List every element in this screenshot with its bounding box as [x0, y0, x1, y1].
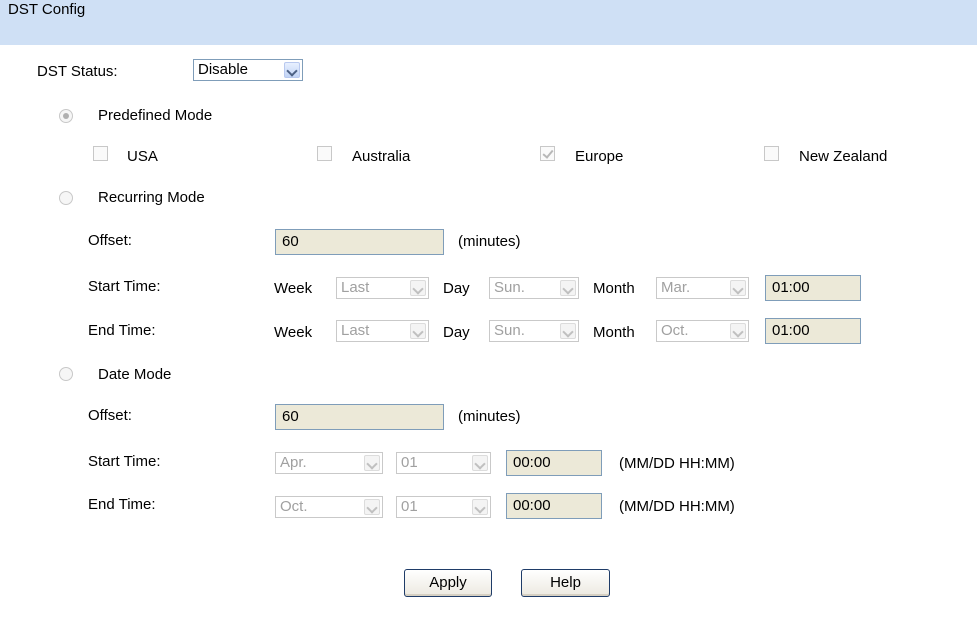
- date-offset-unit: (minutes): [458, 408, 521, 425]
- day-label: Day: [443, 324, 470, 341]
- date-end-month-value: Oct.: [280, 498, 308, 515]
- chevron-down-icon[interactable]: [730, 323, 746, 339]
- australia-label: Australia: [352, 148, 411, 165]
- recurring-end-week-value: Last: [341, 322, 370, 339]
- europe-checkbox[interactable]: [540, 146, 555, 161]
- month-label: Month: [593, 324, 635, 341]
- chevron-down-icon[interactable]: [364, 499, 380, 515]
- day-label: Day: [443, 280, 470, 297]
- recurring-start-day-select[interactable]: Sun.: [489, 277, 579, 299]
- date-offset-input[interactable]: 60: [275, 404, 444, 430]
- recurring-start-week-value: Last: [341, 279, 370, 296]
- chevron-down-icon[interactable]: [560, 323, 576, 339]
- recurring-start-day-value: Sun.: [494, 279, 525, 296]
- date-start-month-value: Apr.: [280, 454, 307, 471]
- date-mode-radio[interactable]: [59, 367, 73, 381]
- date-start-format-hint: (MM/DD HH:MM): [619, 455, 735, 472]
- recurring-offset-input[interactable]: 60: [275, 229, 444, 255]
- predefined-mode-label: Predefined Mode: [98, 107, 213, 124]
- chevron-down-icon[interactable]: [560, 280, 576, 296]
- usa-label: USA: [127, 148, 158, 165]
- recurring-end-label: End Time:: [88, 322, 156, 339]
- date-end-day-value: 01: [401, 498, 418, 515]
- section-header: [0, 0, 977, 45]
- new-zealand-label: New Zealand: [799, 148, 888, 165]
- date-start-month-select[interactable]: Apr.: [275, 452, 383, 474]
- chevron-down-icon[interactable]: [472, 499, 488, 515]
- month-label: Month: [593, 280, 635, 297]
- date-start-time-input[interactable]: 00:00: [506, 450, 602, 476]
- date-end-time-input[interactable]: 00:00: [506, 493, 602, 519]
- week-label: Week: [274, 280, 313, 297]
- recurring-offset-unit: (minutes): [458, 233, 521, 250]
- europe-label: Europe: [575, 148, 624, 165]
- recurring-start-month-value: Mar.: [661, 279, 691, 296]
- recurring-end-month-select[interactable]: Oct.: [656, 320, 749, 342]
- australia-checkbox[interactable]: [317, 146, 332, 161]
- help-button[interactable]: Help: [521, 569, 610, 597]
- usa-checkbox[interactable]: [93, 146, 108, 161]
- apply-button[interactable]: Apply: [404, 569, 492, 597]
- recurring-end-month-value: Oct.: [661, 322, 689, 339]
- recurring-mode-label: Recurring Mode: [98, 189, 205, 206]
- chevron-down-icon[interactable]: [364, 455, 380, 471]
- date-start-label: Start Time:: [88, 453, 161, 470]
- recurring-start-week-select[interactable]: Last: [336, 277, 429, 299]
- dst-status-value: Disable: [198, 61, 249, 78]
- chevron-down-icon[interactable]: [284, 62, 300, 78]
- recurring-start-time-input[interactable]: 01:00: [765, 275, 861, 301]
- chevron-down-icon[interactable]: [410, 323, 426, 339]
- recurring-start-month-select[interactable]: Mar.: [656, 277, 749, 299]
- date-mode-label: Date Mode: [98, 366, 172, 383]
- recurring-end-day-value: Sun.: [494, 322, 525, 339]
- recurring-mode-radio[interactable]: [59, 191, 73, 205]
- chevron-down-icon[interactable]: [730, 280, 746, 296]
- week-label: Week: [274, 324, 313, 341]
- date-offset-label: Offset:: [88, 407, 132, 424]
- date-end-day-select[interactable]: 01: [396, 496, 491, 518]
- recurring-end-time-input[interactable]: 01:00: [765, 318, 861, 344]
- date-end-format-hint: (MM/DD HH:MM): [619, 498, 735, 515]
- recurring-offset-label: Offset:: [88, 232, 132, 249]
- dst-status-label: DST Status:: [37, 63, 118, 80]
- recurring-start-label: Start Time:: [88, 278, 161, 295]
- date-start-day-select[interactable]: 01: [396, 452, 491, 474]
- recurring-end-week-select[interactable]: Last: [336, 320, 429, 342]
- date-start-day-value: 01: [401, 454, 418, 471]
- date-end-month-select[interactable]: Oct.: [275, 496, 383, 518]
- dst-status-select[interactable]: Disable: [193, 59, 303, 81]
- chevron-down-icon[interactable]: [472, 455, 488, 471]
- section-title: DST Config: [8, 1, 86, 18]
- date-end-label: End Time:: [88, 496, 156, 513]
- recurring-end-day-select[interactable]: Sun.: [489, 320, 579, 342]
- new-zealand-checkbox[interactable]: [764, 146, 779, 161]
- chevron-down-icon[interactable]: [410, 280, 426, 296]
- predefined-mode-radio[interactable]: [59, 109, 73, 123]
